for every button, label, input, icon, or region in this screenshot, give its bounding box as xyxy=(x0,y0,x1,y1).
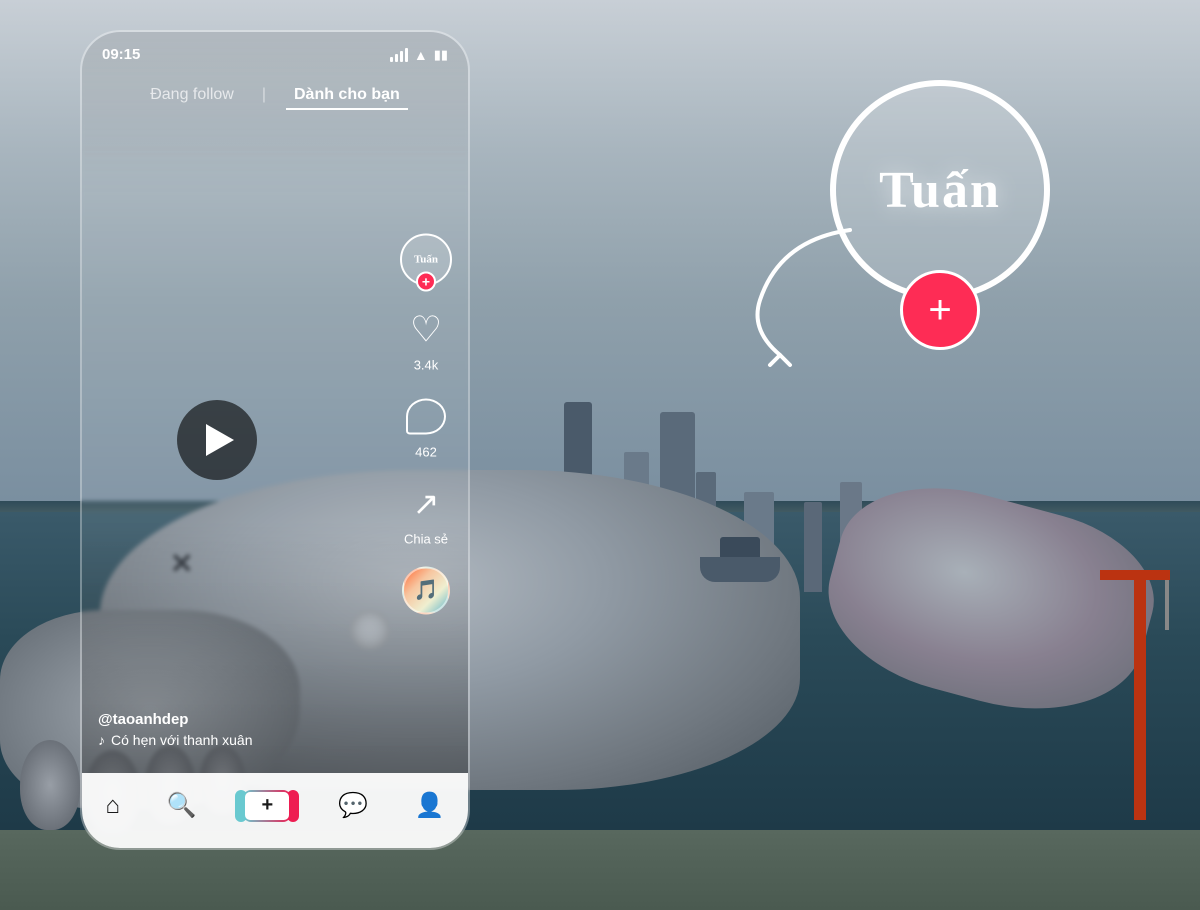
nav-profile[interactable]: 👤 xyxy=(399,783,461,828)
create-plus-icon: + xyxy=(245,792,289,820)
heart-icon: ♡ xyxy=(410,311,442,347)
profile-icon: 👤 xyxy=(415,791,445,820)
play-icon xyxy=(206,424,234,456)
phone-nav-tabs: Đang follow | Dành cho bạn xyxy=(82,82,468,110)
boat xyxy=(700,552,780,582)
share-action[interactable]: ↗ Chia sẻ xyxy=(402,479,450,546)
tab-for-you[interactable]: Dành cho bạn xyxy=(286,82,408,110)
username[interactable]: @taoanhdep xyxy=(98,711,253,728)
creator-avatar[interactable]: Tuấn + xyxy=(400,233,452,285)
tab-following[interactable]: Đang follow xyxy=(142,82,242,110)
bottom-navigation: ⌂ 🔍 + 💬 👤 xyxy=(82,773,468,848)
battery-icon: ▮▮ xyxy=(434,47,448,63)
caption-area: @taoanhdep ♪ Có hẹn với thanh xuân xyxy=(98,711,253,748)
music-disc[interactable]: 🎵 xyxy=(402,566,450,614)
likes-count: 3.4k xyxy=(414,357,439,372)
music-note-icon: ♪ xyxy=(98,732,105,748)
follow-callout-button[interactable]: + xyxy=(900,270,980,350)
time-display: 09:15 xyxy=(102,46,140,63)
signal-icon xyxy=(390,48,408,62)
avatar-label: Tuấn xyxy=(414,253,438,265)
home-icon: ⌂ xyxy=(105,792,120,820)
nav-inbox[interactable]: 💬 xyxy=(322,783,384,828)
comment-action[interactable]: 462 xyxy=(402,392,450,459)
share-icon-container: ↗ xyxy=(402,479,450,527)
music-title: Có hẹn với thanh xuân xyxy=(111,732,253,748)
follow-plus-button[interactable]: + xyxy=(416,271,436,291)
share-label: Chia sẻ xyxy=(404,531,448,546)
nav-home[interactable]: ⌂ xyxy=(89,784,136,828)
comments-count: 462 xyxy=(415,444,437,459)
search-icon: 🔍 xyxy=(167,791,197,820)
status-icons: ▲ ▮▮ xyxy=(390,47,448,63)
tuan-name: Tuấn xyxy=(879,161,1001,220)
nav-divider: | xyxy=(262,82,266,110)
tuan-circle: Tuấn xyxy=(830,80,1050,300)
action-sidebar: Tuấn + ♡ 3.4k 462 ↗ Chia sẻ 🎵 xyxy=(400,233,452,614)
comment-bubble-icon xyxy=(406,398,446,434)
comment-icon-container xyxy=(402,392,450,440)
follow-plus-icon: + xyxy=(928,290,951,330)
nav-search[interactable]: 🔍 xyxy=(151,783,213,828)
like-icon-container: ♡ xyxy=(402,305,450,353)
phone-frame: 09:15 ▲ ▮▮ Đang follow | Dành cho bạn Tu… xyxy=(80,30,470,850)
tuan-callout: Tuấn xyxy=(830,80,1050,300)
share-icon: ↗ xyxy=(413,484,440,522)
status-bar: 09:15 ▲ ▮▮ xyxy=(82,32,468,71)
music-text: ♪ Có hẹn với thanh xuân xyxy=(98,732,253,748)
create-button[interactable]: + xyxy=(243,790,291,822)
like-action[interactable]: ♡ 3.4k xyxy=(402,305,450,372)
inbox-icon: 💬 xyxy=(338,791,368,820)
nav-create[interactable]: + xyxy=(227,782,307,830)
play-button[interactable] xyxy=(177,400,257,480)
wifi-icon: ▲ xyxy=(414,47,428,63)
